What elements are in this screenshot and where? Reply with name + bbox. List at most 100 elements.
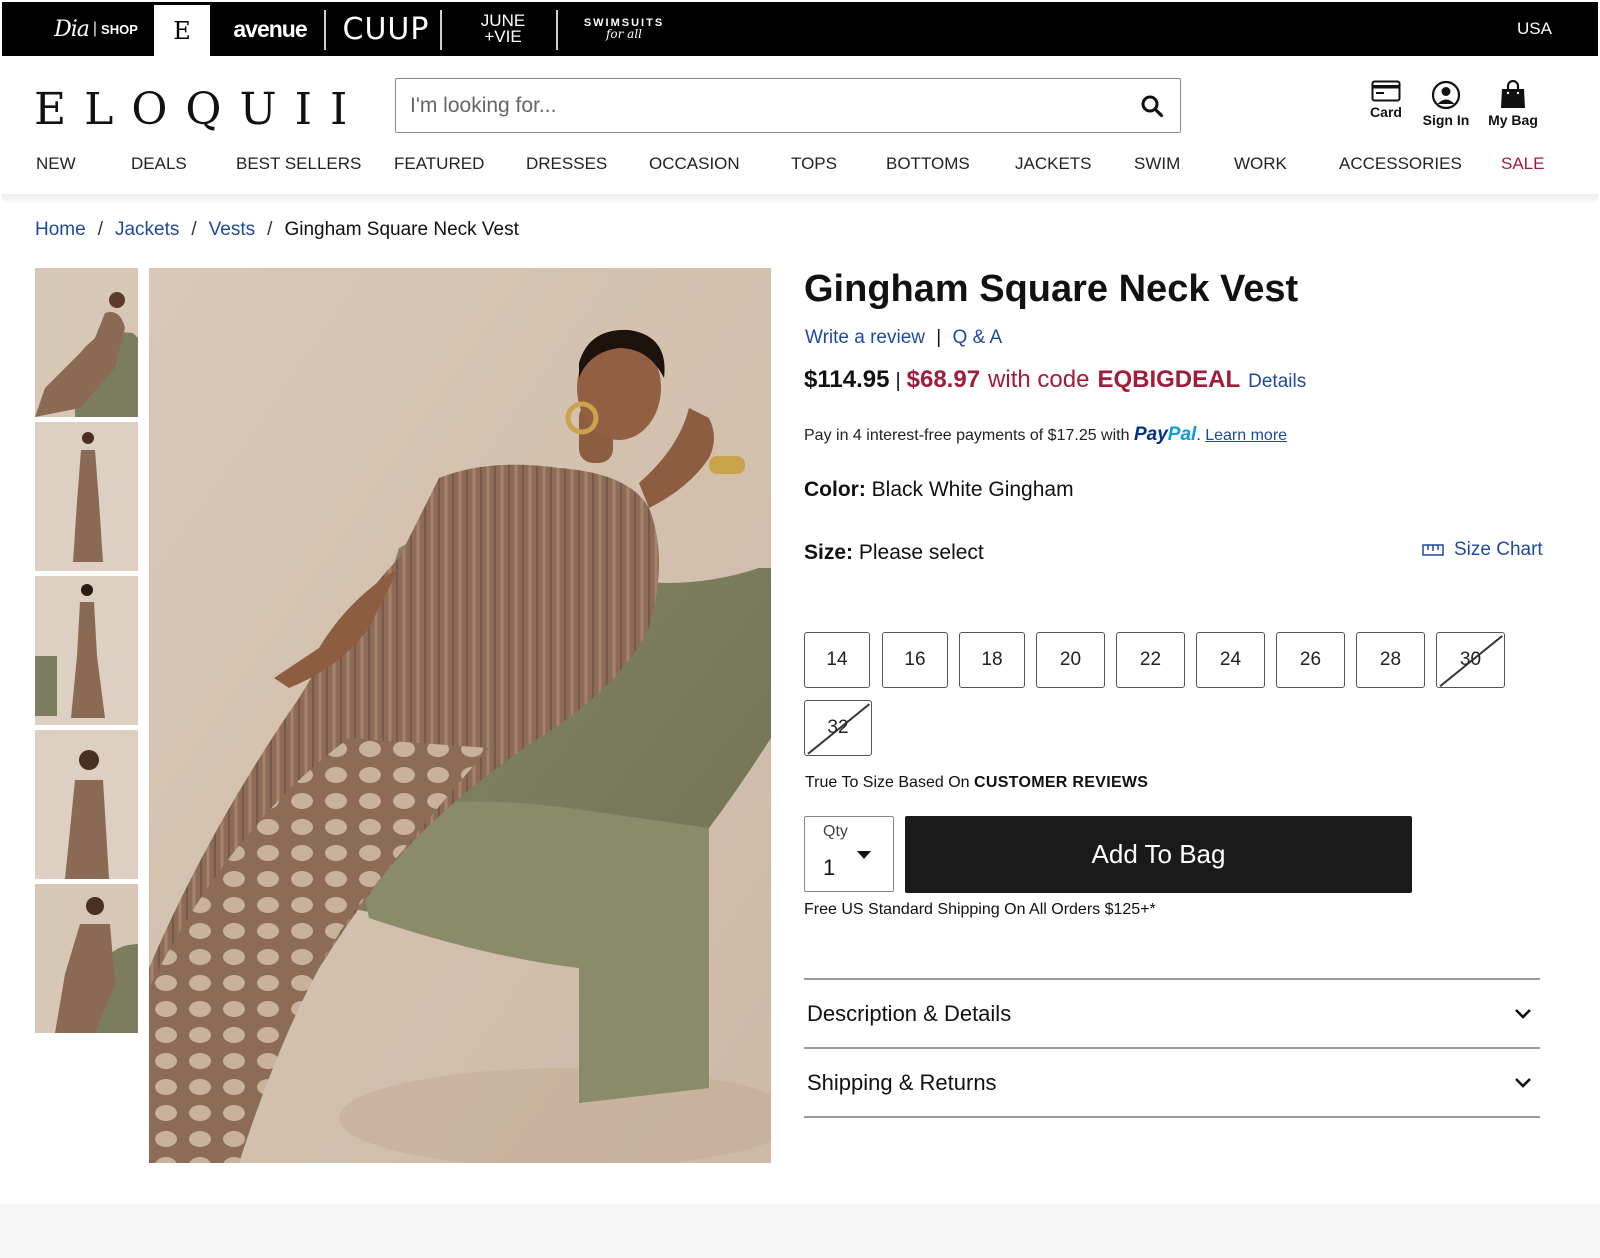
size-option-20[interactable]: 20 <box>1036 632 1105 688</box>
product-thumbnail-4[interactable] <box>35 730 138 879</box>
size-value: Please select <box>858 541 984 564</box>
paypal-text: Pay in 4 interest-free payments of $17.2… <box>804 427 1130 444</box>
thumbnail-image-seated <box>35 268 138 417</box>
nav-item-work[interactable]: WORK <box>1234 154 1287 174</box>
user-account-icon <box>1431 80 1461 110</box>
paypal-dot: . <box>1196 427 1201 444</box>
nav-item-featured[interactable]: FEATURED <box>394 154 484 174</box>
eloquii-logo[interactable]: ELOQUII <box>34 84 365 135</box>
qty-label: Qty <box>823 823 848 840</box>
swim-line-2: for all <box>605 27 643 41</box>
sign-in-label: Sign In <box>1422 112 1470 128</box>
write-review-link[interactable]: Write a review <box>805 327 925 348</box>
main-nav: NEW DEALS BEST SELLERS FEATURED DRESSES … <box>2 140 1598 194</box>
breadcrumb-jackets[interactable]: Jackets <box>115 219 179 241</box>
thumbnail-image-standing-back <box>35 576 138 725</box>
thumbnail-image-closeup <box>35 730 138 879</box>
product-thumbnail-5[interactable] <box>35 884 138 1033</box>
nav-item-sale[interactable]: SALE <box>1501 154 1544 174</box>
country-selector[interactable]: USA <box>1517 2 1552 56</box>
size-option-18[interactable]: 18 <box>959 632 1025 688</box>
breadcrumb-separator: / <box>191 219 197 240</box>
promo-code: EQBIGDEAL <box>1097 366 1241 393</box>
ruler-icon <box>1422 544 1444 556</box>
brand-june-vie-link[interactable]: JUNE +VIE <box>458 2 548 56</box>
brand-eloquii-tab[interactable]: E <box>154 5 210 56</box>
nav-item-jackets[interactable]: JACKETS <box>1015 154 1092 174</box>
thumbnail-image-seated-closeup <box>35 884 138 1033</box>
size-option-24[interactable]: 24 <box>1196 632 1265 688</box>
size-label: Size: <box>804 541 854 564</box>
size-option-28[interactable]: 28 <box>1356 632 1425 688</box>
dia-brand-shop: SHOP <box>101 21 138 37</box>
card-link[interactable]: Card <box>1366 80 1406 120</box>
brand-cuup-link[interactable]: CUUP <box>338 2 434 56</box>
size-chart-label: Size Chart <box>1454 539 1543 560</box>
size-option-26[interactable]: 26 <box>1276 632 1345 688</box>
caret-down-icon <box>857 851 871 859</box>
product-thumbnail-3[interactable] <box>35 576 138 725</box>
breadcrumb-vests[interactable]: Vests <box>209 219 255 241</box>
size-option-22[interactable]: 22 <box>1116 632 1185 688</box>
color-selection: Color: Black White Gingham <box>804 478 1074 502</box>
breadcrumb-home[interactable]: Home <box>35 219 86 241</box>
chevron-down-icon <box>1515 1009 1531 1019</box>
search-input[interactable] <box>410 87 1110 125</box>
search-icon[interactable] <box>1140 94 1164 118</box>
accordion-description-details[interactable]: Description & Details <box>804 980 1540 1048</box>
original-price: $114.95 <box>804 366 890 393</box>
brand-avenue-link[interactable]: avenue <box>220 2 320 56</box>
size-selection: Size: Please select <box>804 541 984 565</box>
size-option-16[interactable]: 16 <box>882 632 948 688</box>
product-photo-model-in-knit-dress <box>149 268 771 1163</box>
my-bag-link[interactable]: My Bag <box>1484 80 1542 128</box>
nav-item-best-sellers[interactable]: BEST SELLERS <box>236 154 361 174</box>
page-footer-band <box>0 1204 1600 1258</box>
add-to-bag-button[interactable]: Add To Bag <box>905 816 1412 893</box>
main-product-image[interactable] <box>149 268 771 1163</box>
color-value: Black White Gingham <box>871 478 1074 501</box>
qty-value: 1 <box>823 855 836 880</box>
dia-brand-script: Dia <box>54 16 90 42</box>
brand-bar: Dia | SHOP E avenue CUUP JUNE +VIE SWIMS… <box>2 2 1598 56</box>
nav-item-occasion[interactable]: OCCASION <box>649 154 740 174</box>
nav-item-deals[interactable]: DEALS <box>131 154 187 174</box>
free-shipping-note: Free US Standard Shipping On All Orders … <box>804 901 1156 918</box>
color-label: Color: <box>804 478 866 501</box>
nav-item-new[interactable]: NEW <box>36 154 76 174</box>
credit-card-icon <box>1371 80 1401 102</box>
sign-in-link[interactable]: Sign In <box>1418 80 1474 128</box>
nav-item-accessories[interactable]: ACCESSORIES <box>1339 154 1462 174</box>
size-option-14[interactable]: 14 <box>804 632 870 688</box>
cuup-brand-text: CUUP <box>342 11 430 47</box>
with-code-text: with code <box>988 366 1090 393</box>
brand-swimsuits-link[interactable]: SWIMSUITS for all <box>574 2 674 56</box>
customer-reviews-link[interactable]: CUSTOMER REVIEWS <box>974 774 1148 791</box>
nav-item-dresses[interactable]: DRESSES <box>526 154 607 174</box>
paypal-installments: Pay in 4 interest-free payments of $17.2… <box>804 424 1287 446</box>
brand-dia-shop-link[interactable]: Dia | SHOP <box>50 2 142 56</box>
accordion-shipping-returns[interactable]: Shipping & Returns <box>804 1049 1540 1117</box>
size-chart-link[interactable]: Size Chart <box>1422 539 1543 561</box>
q-and-a-link[interactable]: Q & A <box>953 327 1003 348</box>
product-thumbnail-1[interactable] <box>35 268 138 417</box>
price-block: $114.95 | $68.97 with code EQBIGDEAL Det… <box>804 366 1306 394</box>
nav-item-swim[interactable]: SWIM <box>1134 154 1180 174</box>
breadcrumb-separator: / <box>267 219 273 240</box>
breadcrumb-current: Gingham Square Neck Vest <box>284 219 519 240</box>
nav-item-tops[interactable]: TOPS <box>791 154 837 174</box>
thumbnail-image-standing-front <box>35 422 138 571</box>
breadcrumb: Home / Jackets / Vests / Gingham Square … <box>35 219 519 241</box>
brand-divider <box>556 10 558 50</box>
size-option-32-unavailable[interactable]: 32 <box>804 700 872 756</box>
size-option-30-unavailable[interactable]: 30 <box>1436 632 1505 688</box>
nav-item-bottoms[interactable]: BOTTOMS <box>886 154 970 174</box>
nav-shadow <box>2 194 1598 204</box>
price-separator: | <box>895 370 901 392</box>
quantity-select[interactable]: Qty 1 <box>804 816 894 892</box>
true-to-size-note: True To Size Based On CUSTOMER REVIEWS <box>805 774 1148 792</box>
paypal-learn-more-link[interactable]: Learn more <box>1205 427 1287 444</box>
accordion-divider <box>804 1116 1540 1118</box>
promo-details-link[interactable]: Details <box>1248 371 1306 393</box>
product-thumbnail-2[interactable] <box>35 422 138 571</box>
